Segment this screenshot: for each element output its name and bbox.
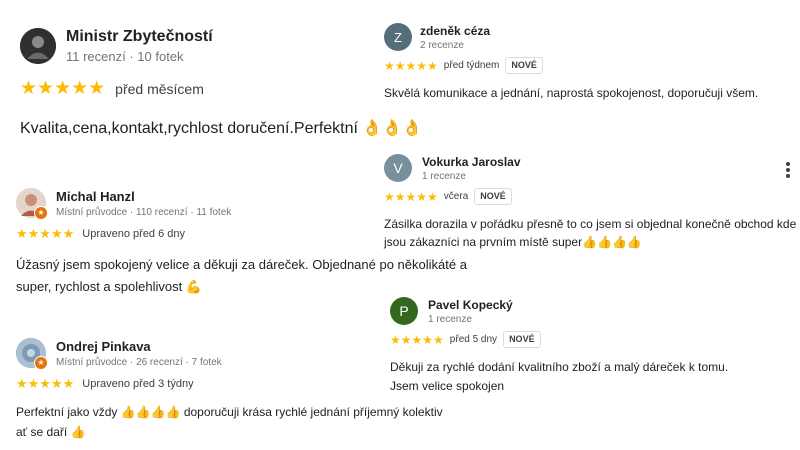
review-date: před měsícem bbox=[115, 80, 204, 97]
rating-stars: ★★★★★ bbox=[16, 376, 75, 391]
review-card: Z zdeněk céza 2 recenze ★★★★★ před týdne… bbox=[384, 23, 758, 100]
review-text: Kvalita,cena,kontakt,rychlost doručení.P… bbox=[20, 120, 423, 137]
rating-stars: ★★★★★ bbox=[16, 226, 75, 241]
review-text-line: Perfektní jako vždy 👍👍👍👍 doporučuji krás… bbox=[16, 405, 443, 419]
reviewer-name[interactable]: Ondrej Pinkava bbox=[56, 339, 222, 354]
review-date: před týdnem bbox=[443, 60, 500, 71]
reviewer-stats: Místní průvodce · 110 recenzí · 11 fotek bbox=[56, 206, 232, 218]
avatar[interactable]: ★ bbox=[16, 338, 48, 370]
reviewer-name[interactable]: Pavel Kopecký bbox=[428, 298, 513, 312]
user-photo-icon bbox=[20, 28, 56, 64]
reviewer-stats: Místní průvodce · 26 recenzí · 7 fotek bbox=[56, 356, 222, 368]
avatar[interactable]: P bbox=[390, 297, 418, 325]
new-badge: NOVÉ bbox=[505, 57, 543, 74]
avatar[interactable]: V bbox=[384, 154, 412, 182]
review-card: Ministr Zbytečností 11 recenzí · 10 fote… bbox=[20, 28, 422, 138]
local-guide-icon: ★ bbox=[34, 356, 48, 370]
review-text-line: ať se daří 👍 bbox=[16, 425, 86, 439]
avatar[interactable] bbox=[20, 28, 56, 64]
avatar[interactable]: ★ bbox=[16, 188, 48, 220]
review-text-line: Úžasný jsem spokojený velice a děkuji za… bbox=[16, 257, 467, 272]
reviewer-stats: 1 recenze bbox=[422, 170, 466, 182]
reviewer-name[interactable]: Ministr Zbytečností bbox=[66, 28, 213, 46]
rating-stars: ★★★★★ bbox=[384, 58, 438, 73]
local-guide-icon: ★ bbox=[34, 206, 48, 220]
review-card: ★ Ondrej Pinkava Místní průvodce · 26 re… bbox=[16, 338, 443, 442]
reviewer-stats: 11 recenzí · 10 fotek bbox=[66, 49, 184, 64]
reviewer-name[interactable]: Michal Hanzl bbox=[56, 189, 231, 204]
reviewer-stats: 2 recenze bbox=[420, 39, 464, 51]
new-badge: NOVÉ bbox=[503, 331, 541, 348]
review-date: před 5 dny bbox=[449, 334, 498, 345]
review-date: Upraveno před 6 dny bbox=[82, 228, 186, 240]
more-options-icon[interactable] bbox=[780, 160, 796, 180]
review-text-line: super, rychlost a spolehlivost 💪 bbox=[16, 279, 202, 294]
rating-stars: ★★★★★ bbox=[20, 78, 106, 99]
new-badge: NOVÉ bbox=[474, 188, 512, 205]
avatar-initial: V bbox=[393, 160, 403, 176]
reviewer-name[interactable]: zdeněk céza bbox=[420, 24, 490, 38]
avatar-initial: P bbox=[399, 303, 409, 319]
review-card: ★ Michal Hanzl Místní průvodce · 110 rec… bbox=[16, 188, 467, 298]
review-text: Skvělá komunikace a jednání, naprostá sp… bbox=[384, 86, 759, 100]
review-text: Perfektní jako vždy 👍👍👍👍 doporučuji krás… bbox=[16, 402, 443, 442]
review-text: Úžasný jsem spokojený velice a děkuji za… bbox=[16, 254, 467, 298]
reviewer-name[interactable]: Vokurka Jaroslav bbox=[422, 155, 521, 169]
review-date: Upraveno před 3 týdny bbox=[82, 378, 194, 390]
reviewer-stats: 1 recenze bbox=[428, 313, 472, 325]
avatar[interactable]: Z bbox=[384, 23, 412, 51]
avatar-initial: Z bbox=[394, 29, 402, 45]
